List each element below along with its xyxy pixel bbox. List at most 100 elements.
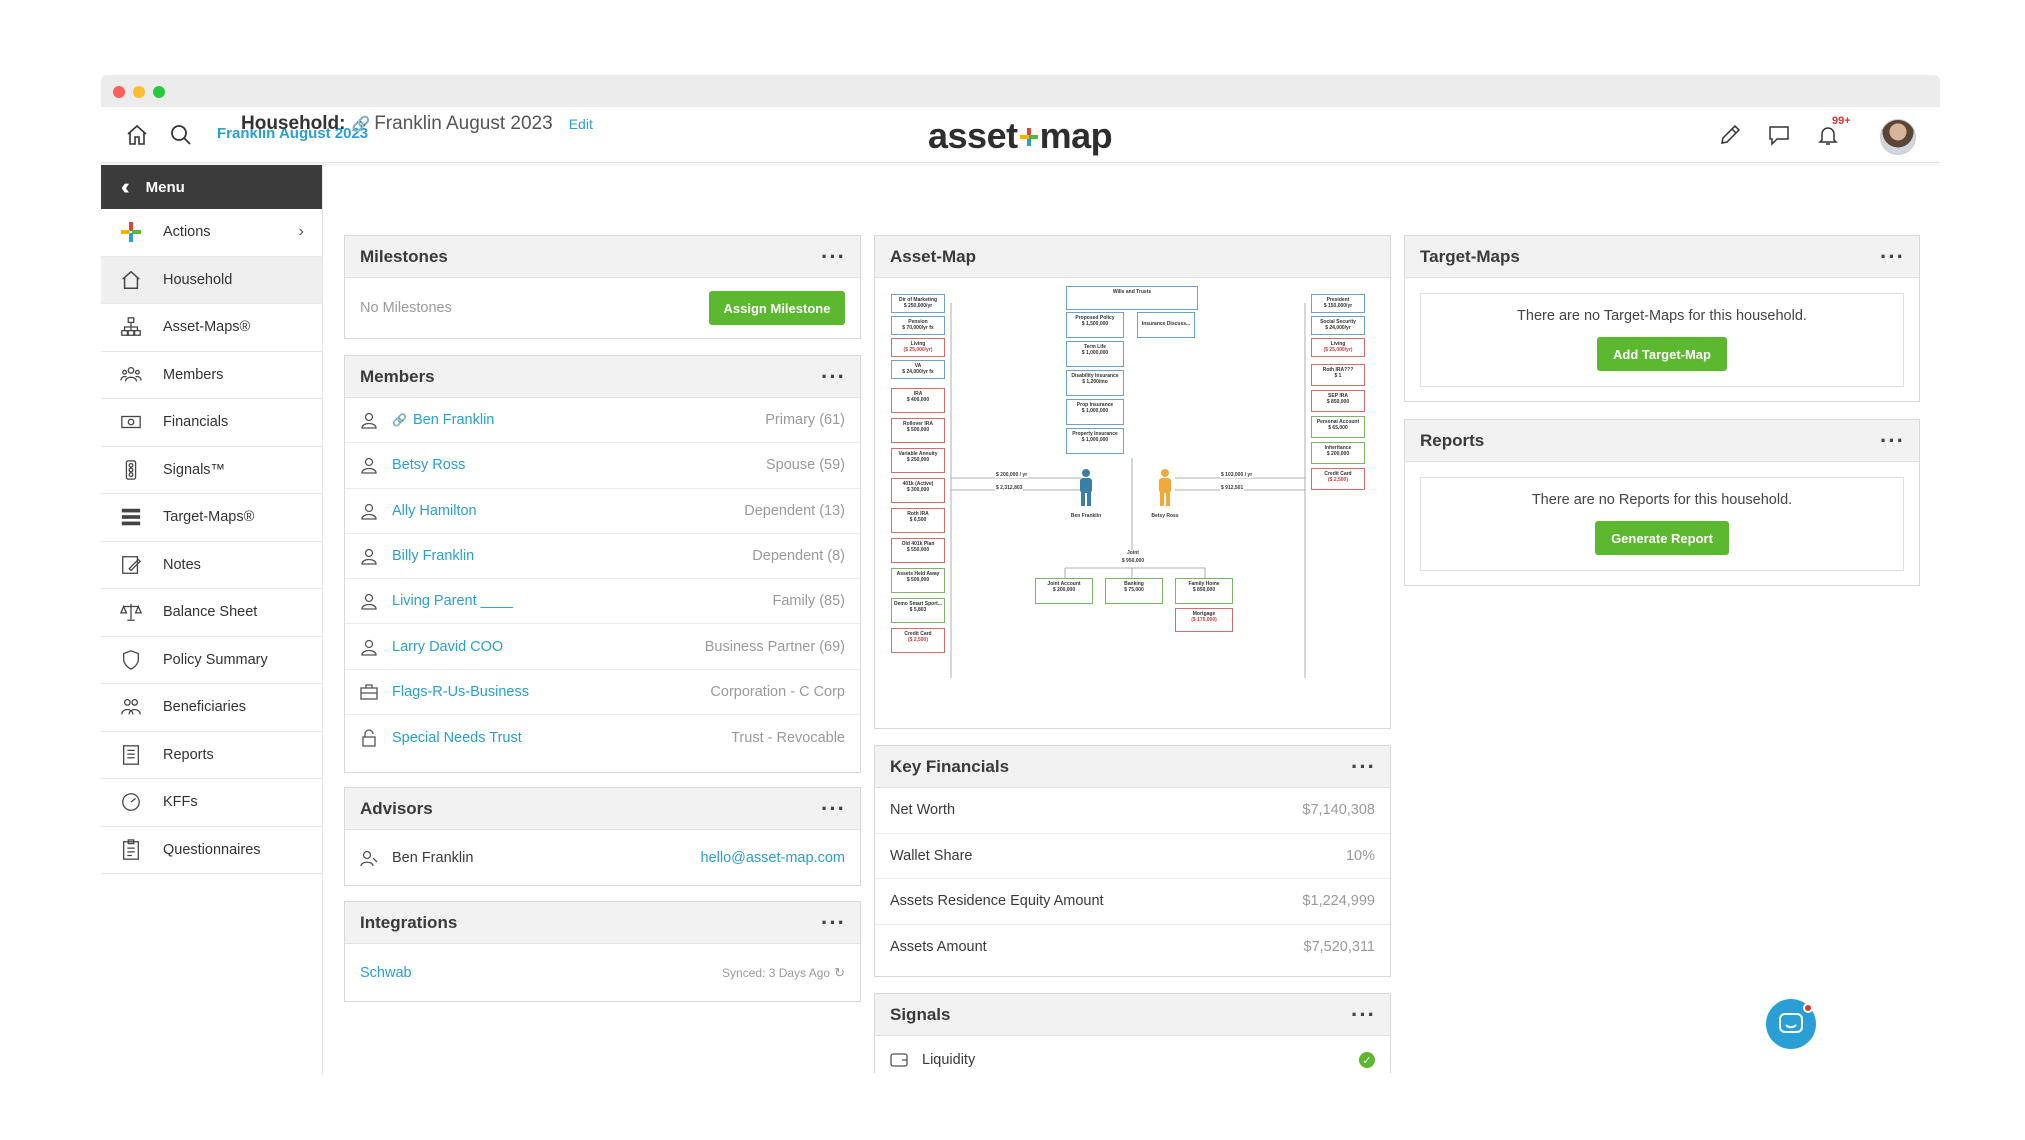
sidebar-item-notes[interactable]: Notes <box>101 542 322 589</box>
asset-map-node[interactable]: Rollover IRA $ 500,000 <box>891 418 945 443</box>
sidebar-item-asset-map[interactable]: Asset-Maps® <box>101 304 322 352</box>
user-avatar[interactable] <box>1880 119 1916 155</box>
asset-map-diagram[interactable]: Dir of Marketing $ 250,000/yr Pension $ 70,… <box>875 278 1390 728</box>
sidebar-item-house[interactable]: Household <box>101 256 322 304</box>
asset-map-node[interactable]: Pension $ 70,000/yr fx <box>891 316 945 335</box>
add-target-map-button[interactable]: Add Target-Map <box>1597 337 1727 371</box>
asset-map-node[interactable]: VA $ 24,000/yr fx <box>891 360 945 379</box>
asset-map-node[interactable]: Roth IRA??? $ 1 <box>1311 364 1365 386</box>
asset-map-node[interactable]: Social Security $ 24,000/yr <box>1311 316 1365 335</box>
minimize-window-dot[interactable] <box>133 86 145 98</box>
member-name-link[interactable]: Living Parent ____ <box>392 593 513 609</box>
generate-report-button[interactable]: Generate Report <box>1595 521 1729 555</box>
edit-household-link[interactable]: Edit <box>569 116 593 132</box>
member-row[interactable]: Living Parent ____ Family (85) <box>345 579 860 625</box>
asset-map-node[interactable]: Demo Smart Sport... $ 5,803 <box>891 598 945 623</box>
target-maps-more-icon[interactable]: ··· <box>1880 245 1905 267</box>
asset-map-node[interactable]: Property Insurance $ 1,000,000 <box>1066 428 1124 454</box>
member-name-link[interactable]: Ben Franklin <box>413 412 494 428</box>
member-name-link[interactable]: Flags-R-Us-Business <box>392 684 529 700</box>
maximize-window-dot[interactable] <box>153 86 165 98</box>
asset-map-node[interactable]: SEP IRA $ 850,000 <box>1311 390 1365 412</box>
asset-map-node[interactable]: Inheritance $ 200,000 <box>1311 442 1365 464</box>
integration-schwab-link[interactable]: Schwab <box>360 965 412 981</box>
asset-map-node[interactable]: Proposed Policy $ 1,500,000 <box>1066 312 1124 338</box>
sidebar-item-beneficiaries[interactable]: Beneficiaries <box>101 684 322 732</box>
sidebar-item-members[interactable]: Members <box>101 352 322 399</box>
asset-map-node[interactable]: Family Home $ 850,000 <box>1175 578 1233 604</box>
advisor-email-link[interactable]: hello@asset-map.com <box>701 850 845 866</box>
sync-refresh-icon[interactable]: ↻ <box>834 965 845 981</box>
asset-map-person[interactable]: Ben Franklin <box>1066 468 1106 519</box>
advisors-card: Advisors ··· Ben Franklin hello@asset-ma… <box>344 787 861 886</box>
reports-more-icon[interactable]: ··· <box>1880 429 1905 451</box>
search-icon[interactable] <box>167 121 195 149</box>
close-window-dot[interactable] <box>113 86 125 98</box>
key-financial-value: $7,520,311 <box>1303 939 1376 956</box>
member-name-link[interactable]: Betsy Ross <box>392 457 465 473</box>
asset-map-insurance-node[interactable]: Insurance Discuss... <box>1137 312 1195 338</box>
asset-map-node[interactable]: Living ($ 25,000/yr) <box>1311 338 1365 357</box>
asset-map-node[interactable]: Term Life $ 1,000,000 <box>1066 341 1124 367</box>
member-row[interactable]: Flags-R-Us-Business Corporation - C Corp <box>345 670 860 716</box>
sidebar-item-actions-plus[interactable]: Actions › <box>101 209 322 257</box>
integrations-more-icon[interactable]: ··· <box>821 911 846 933</box>
menu-toggle[interactable]: ‹‹ Menu <box>101 165 322 209</box>
sidebar-item-balance-sheet[interactable]: Balance Sheet <box>101 589 322 637</box>
member-name-link[interactable]: Larry David COO <box>392 639 503 655</box>
home-icon[interactable] <box>123 121 151 149</box>
asset-map-node[interactable]: Disability Insurance $ 1,200/mo <box>1066 370 1124 396</box>
asset-map-node[interactable]: Dir of Marketing $ 250,000/yr <box>891 294 945 313</box>
member-name-link[interactable]: Billy Franklin <box>392 548 474 564</box>
member-name-link[interactable]: Special Needs Trust <box>392 730 522 746</box>
sidebar-item-signals[interactable]: Signals™ <box>101 447 322 494</box>
member-row[interactable]: Ally Hamilton Dependent (13) <box>345 489 860 534</box>
sidebar-item-reports[interactable]: Reports <box>101 732 322 779</box>
asset-map-node[interactable]: Wills and Trusts <box>1066 286 1198 310</box>
sidebar-item-policy-summary[interactable]: Policy Summary <box>101 637 322 684</box>
asset-map-node[interactable]: President $ 150,000/yr <box>1311 294 1365 313</box>
pencil-icon[interactable] <box>1716 121 1744 149</box>
asset-map-person[interactable]: Betsy Ross <box>1145 468 1185 519</box>
asset-map-node[interactable]: Credit Card ($ 2,500) <box>1311 468 1365 490</box>
sidebar-item-questionnaires[interactable]: Questionnaires <box>101 827 322 874</box>
assign-milestone-button[interactable]: Assign Milestone <box>709 291 845 325</box>
asset-map-node[interactable]: Personal Account $ 65,000 <box>1311 416 1365 438</box>
member-row[interactable]: Billy Franklin Dependent (8) <box>345 534 860 580</box>
support-chat-button[interactable] <box>1766 999 1816 1049</box>
signal-row[interactable]: Liquidity ✓ <box>875 1036 1390 1084</box>
signals-more-icon[interactable]: ··· <box>1351 1003 1376 1025</box>
sidebar-item-target-maps[interactable]: Target-Maps® <box>101 494 322 542</box>
asset-map-node[interactable]: Living ($ 25,000/yr) <box>891 338 945 357</box>
menu-label: Menu <box>145 178 185 196</box>
chat-icon[interactable] <box>1765 121 1793 149</box>
asset-map-node[interactable]: Credit Card ($ 2,500) <box>891 628 945 653</box>
asset-map-node[interactable]: IRA $ 400,000 <box>891 388 945 413</box>
asset-map-node[interactable]: Banking $ 75,000 <box>1105 578 1163 604</box>
member-row[interactable]: Betsy Ross Spouse (59) <box>345 443 860 489</box>
member-row[interactable]: Special Needs Trust Trust - Revocable <box>345 715 860 760</box>
member-row[interactable]: 🔗 Ben Franklin Primary (61) <box>345 398 860 444</box>
advisors-more-icon[interactable]: ··· <box>821 797 846 819</box>
asset-map-node[interactable]: Assets Held Away $ 500,000 <box>891 568 945 593</box>
asset-map-node[interactable]: Roth IRA $ 6,500 <box>891 508 945 533</box>
asset-map-node[interactable]: Prop Insurance $ 1,000,000 <box>1066 399 1124 425</box>
key-financials-more-icon[interactable]: ··· <box>1351 755 1376 777</box>
asset-map-node[interactable]: Joint Account $ 200,000 <box>1035 578 1093 604</box>
sidebar-item-kffs[interactable]: KFFs <box>101 779 322 827</box>
asset-map-node-title: Demo Smart Sport... <box>893 601 943 607</box>
sidebar: ‹‹ Menu Actions › Household Asset-Maps® Memb… <box>101 165 323 1075</box>
member-role: Trust - Revocable <box>731 729 845 746</box>
bell-icon[interactable]: 99+ <box>1814 115 1851 149</box>
members-more-icon[interactable]: ··· <box>821 365 846 387</box>
sidebar-item-financials[interactable]: Financials <box>101 399 322 447</box>
kffs-icon <box>119 790 143 814</box>
member-name-link[interactable]: Ally Hamilton <box>392 503 477 519</box>
member-name-group: Billy Franklin <box>360 547 474 565</box>
member-row[interactable]: Larry David COO Business Partner (69) <box>345 624 860 670</box>
asset-map-node[interactable]: Variable Annuity $ 250,000 <box>891 448 945 473</box>
asset-map-node[interactable]: Old 401k Plan $ 550,000 <box>891 538 945 563</box>
asset-map-node[interactable]: Mortgage ($ 175,000) <box>1175 608 1233 632</box>
milestones-more-icon[interactable]: ··· <box>821 245 846 267</box>
asset-map-node[interactable]: 401k (Active) $ 300,000 <box>891 478 945 503</box>
